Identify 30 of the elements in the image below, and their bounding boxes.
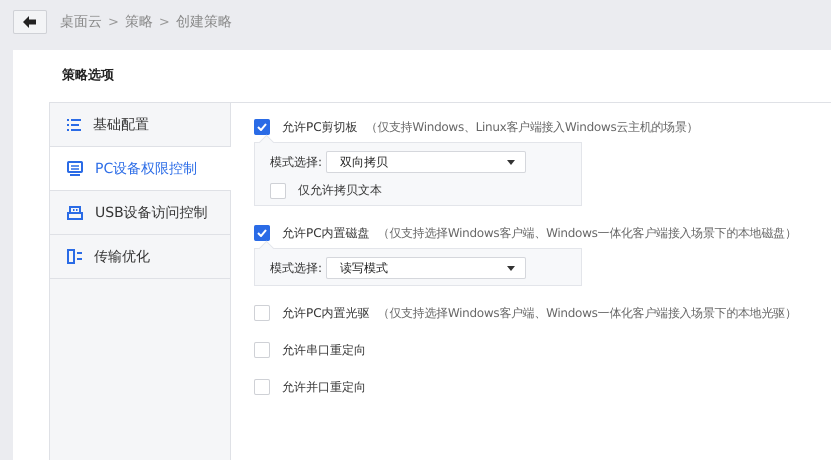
option-label: 允许PC内置光驱 [282,304,370,322]
option-label: 允许PC内置磁盘 [282,224,370,242]
checkbox[interactable] [254,119,270,135]
breadcrumb-separator: > [108,14,119,30]
breadcrumb-item: 创建策略 [176,13,232,31]
list-icon [67,118,81,130]
caret-icon [507,160,516,164]
option-label: 允许串口重定向 [282,342,366,358]
breadcrumb-separator: > [158,14,170,30]
mode-label: 模式选择: [270,154,322,170]
monitor-icon [67,160,83,176]
caret-icon [507,266,516,270]
checkmark-icon [257,229,267,237]
option-note: （仅支持选择Windows客户端、Windows一体化客户端接入场景下的本地磁盘） [378,224,796,242]
sidebar-item[interactable]: PC设备权限控制 [50,147,231,191]
section-title: 策略选项 [62,67,115,85]
option-label: 允许PC剪切板 [282,118,358,136]
back-arrow-icon [23,16,37,28]
usb-icon [67,206,83,220]
mode-label: 模式选择: [270,260,322,276]
mode-select[interactable]: 双向拷贝 [326,151,526,173]
option-note: （仅支持Windows、Linux客户端接入Windows云主机的场景） [366,118,698,136]
option-label: 允许并口重定向 [282,378,366,396]
checkmark-icon [257,123,267,131]
option-label: 仅允许拷贝文本 [298,182,382,199]
option-note: （仅支持选择Windows客户端、Windows一体化客户端接入场景下的本地光驱） [378,304,796,322]
mode-select[interactable]: 读写模式 [326,257,526,279]
transfer-icon [67,249,82,264]
back-button[interactable] [13,10,47,34]
checkbox[interactable] [254,225,270,241]
